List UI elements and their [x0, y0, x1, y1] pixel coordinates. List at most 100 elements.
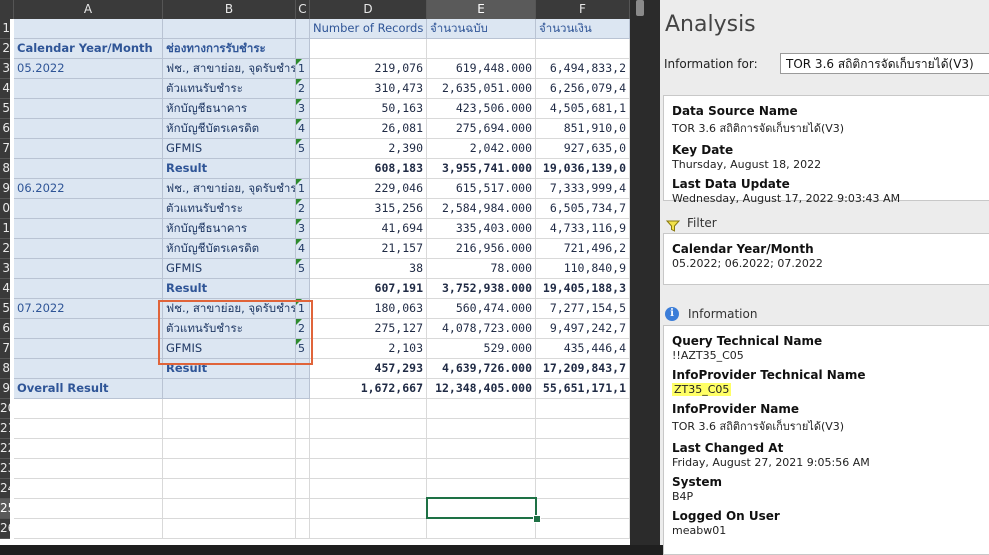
- cell-c[interactable]: [296, 279, 310, 299]
- cell-d[interactable]: Number of Records: [310, 19, 427, 39]
- cell-f[interactable]: 7,333,999,4: [536, 179, 630, 199]
- cell-c[interactable]: [296, 499, 310, 519]
- cell-c[interactable]: 1: [296, 179, 310, 199]
- cell-b[interactable]: Result: [163, 279, 296, 299]
- cell-c[interactable]: 5: [296, 139, 310, 159]
- cell-e[interactable]: [427, 39, 536, 59]
- cell-a[interactable]: [14, 339, 163, 359]
- cell-f[interactable]: [536, 399, 630, 419]
- cell-e[interactable]: 275,694.000: [427, 119, 536, 139]
- cell-a[interactable]: [14, 399, 163, 419]
- spreadsheet[interactable]: A B C D E F 1234567890123456789202122232…: [0, 0, 630, 545]
- cell-d[interactable]: 26,081: [310, 119, 427, 139]
- cell-d[interactable]: [310, 479, 427, 499]
- row-header[interactable]: 4: [0, 79, 10, 99]
- cell-c[interactable]: 4: [296, 119, 310, 139]
- cell-f[interactable]: 4,733,116,9: [536, 219, 630, 239]
- cell-d[interactable]: [310, 519, 427, 539]
- cell-f[interactable]: 7,277,154,5: [536, 299, 630, 319]
- cell-d[interactable]: 457,293: [310, 359, 427, 379]
- cell-b[interactable]: ช่องทางการรับชำระ: [163, 39, 296, 59]
- cell-a[interactable]: [14, 319, 163, 339]
- row-header[interactable]: 5: [0, 99, 10, 119]
- cell-a[interactable]: 07.2022: [14, 299, 163, 319]
- cell-b[interactable]: ฟช., สาขาย่อย, จุดรับชำระ: [163, 59, 296, 79]
- cell-d[interactable]: 275,127: [310, 319, 427, 339]
- cell-d[interactable]: 219,076: [310, 59, 427, 79]
- cell-b[interactable]: [163, 379, 296, 399]
- cell-b[interactable]: [163, 479, 296, 499]
- cell-e[interactable]: 12,348,405.000: [427, 379, 536, 399]
- cell-d[interactable]: 38: [310, 259, 427, 279]
- cell-e[interactable]: 423,506.000: [427, 99, 536, 119]
- cell-f[interactable]: 851,910,0: [536, 119, 630, 139]
- cell-f[interactable]: 110,840,9: [536, 259, 630, 279]
- row-header[interactable]: 23: [0, 459, 10, 479]
- cell-f[interactable]: [536, 419, 630, 439]
- column-header-a[interactable]: A: [14, 0, 163, 19]
- cell-f[interactable]: [536, 439, 630, 459]
- cell-f[interactable]: [536, 479, 630, 499]
- cell-e[interactable]: 335,403.000: [427, 219, 536, 239]
- cell-d[interactable]: 2,103: [310, 339, 427, 359]
- cell-b[interactable]: [163, 19, 296, 39]
- cell-e[interactable]: 529.000: [427, 339, 536, 359]
- cell-c[interactable]: [296, 39, 310, 59]
- cell-f[interactable]: [536, 519, 630, 539]
- row-header[interactable]: 20: [0, 399, 10, 419]
- cell-b[interactable]: ตัวแทนรับชำระ: [163, 199, 296, 219]
- cell-f[interactable]: 6,494,833,2: [536, 59, 630, 79]
- cell-f[interactable]: 19,036,139,0: [536, 159, 630, 179]
- cell-c[interactable]: [296, 459, 310, 479]
- cell-a[interactable]: [14, 219, 163, 239]
- cell-c[interactable]: [296, 379, 310, 399]
- cell-a[interactable]: [14, 119, 163, 139]
- cell-f[interactable]: 721,496,2: [536, 239, 630, 259]
- cell-b[interactable]: Result: [163, 159, 296, 179]
- row-header[interactable]: 4: [0, 279, 10, 299]
- cell-b[interactable]: GFMIS: [163, 259, 296, 279]
- cell-c[interactable]: [296, 439, 310, 459]
- column-header-f[interactable]: F: [536, 0, 630, 19]
- cell-e[interactable]: [427, 519, 536, 539]
- cell-e[interactable]: 216,956.000: [427, 239, 536, 259]
- cell-a[interactable]: [14, 99, 163, 119]
- row-header[interactable]: 26: [0, 519, 10, 539]
- cell-e[interactable]: จำนวนฉบับ: [427, 19, 536, 39]
- cell-b[interactable]: [163, 439, 296, 459]
- cell-e[interactable]: 78.000: [427, 259, 536, 279]
- cell-e[interactable]: [427, 459, 536, 479]
- row-header[interactable]: 24: [0, 479, 10, 499]
- info-for-dropdown[interactable]: TOR 3.6 สถิติการจัดเก็บรายได้(V3): [780, 53, 989, 74]
- corner-cell[interactable]: [0, 0, 14, 19]
- cell-b[interactable]: หักบัญชีบัตรเครดิต: [163, 119, 296, 139]
- cell-c[interactable]: [296, 419, 310, 439]
- cell-a[interactable]: [14, 79, 163, 99]
- row-header[interactable]: 7: [0, 339, 10, 359]
- cell-e[interactable]: 2,584,984.000: [427, 199, 536, 219]
- cell-a[interactable]: [14, 19, 163, 39]
- row-header[interactable]: 0: [0, 199, 10, 219]
- cell-c[interactable]: [296, 399, 310, 419]
- column-header-c[interactable]: C: [296, 0, 310, 19]
- cell-d[interactable]: [310, 399, 427, 419]
- row-header[interactable]: 2: [0, 39, 10, 59]
- cell-e[interactable]: 560,474.000: [427, 299, 536, 319]
- cell-d[interactable]: [310, 419, 427, 439]
- cell-c[interactable]: 2: [296, 79, 310, 99]
- cell-f[interactable]: 6,505,734,7: [536, 199, 630, 219]
- cell-e[interactable]: 619,448.000: [427, 59, 536, 79]
- cell-a[interactable]: [14, 479, 163, 499]
- row-header[interactable]: 1: [0, 219, 10, 239]
- scrollbar-thumb[interactable]: [636, 0, 644, 16]
- cell-e[interactable]: [427, 399, 536, 419]
- cell-c[interactable]: [296, 519, 310, 539]
- cell-d[interactable]: 607,191: [310, 279, 427, 299]
- cell-d[interactable]: [310, 439, 427, 459]
- row-header[interactable]: 5: [0, 299, 10, 319]
- cell-b[interactable]: [163, 499, 296, 519]
- row-header[interactable]: 3: [0, 59, 10, 79]
- cell-d[interactable]: [310, 39, 427, 59]
- cell-c[interactable]: 4: [296, 239, 310, 259]
- cell-b[interactable]: หักบัญชีธนาคาร: [163, 99, 296, 119]
